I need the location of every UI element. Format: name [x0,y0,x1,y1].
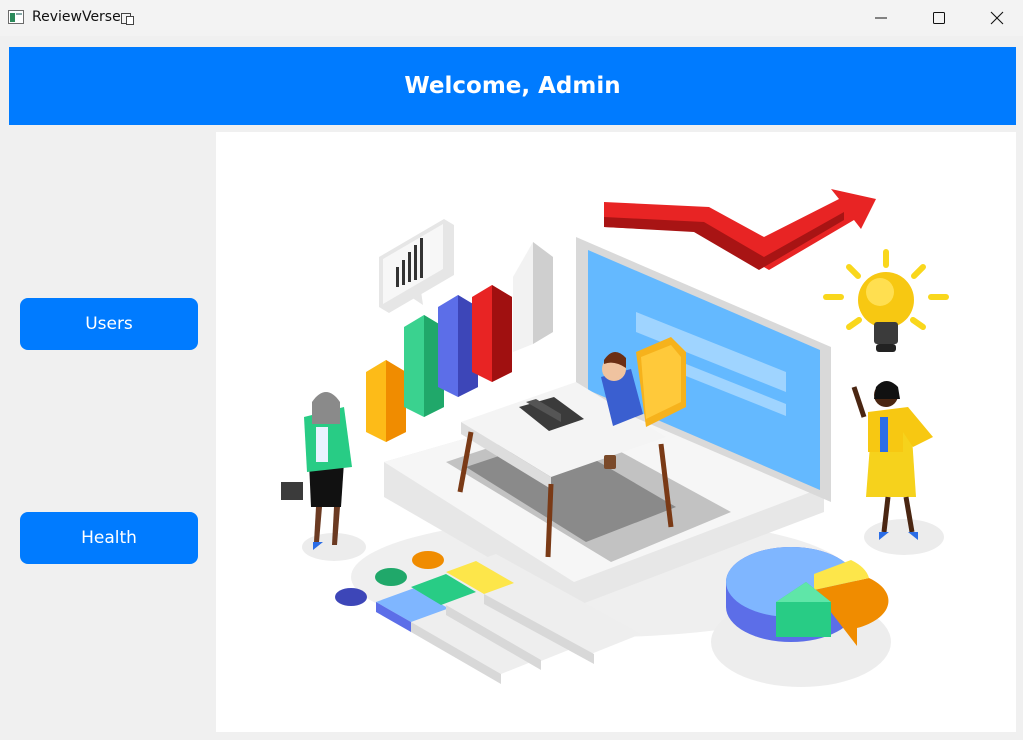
businesswoman-left-icon [281,392,352,550]
close-icon [990,11,1004,25]
maximize-icon [933,12,945,24]
devices-icon [121,11,135,25]
welcome-header: Welcome, Admin [9,47,1016,125]
welcome-text: Welcome, Admin [404,73,621,99]
users-button-label: Users [85,314,133,334]
window-title: ReviewVerse [32,9,121,25]
health-button[interactable]: Health [20,512,198,564]
app-icon [8,10,24,24]
title-bar: ReviewVerse [0,0,1023,36]
businesswoman-right-icon [851,381,933,540]
chart-bubble-icon [379,219,454,313]
business-analytics-illustration [281,189,949,687]
users-button[interactable]: Users [20,298,198,350]
maximize-button[interactable] [910,0,968,34]
dashboard-illustration-panel [216,132,1016,732]
health-button-label: Health [81,528,137,548]
minimize-icon [875,17,887,19]
trend-arrow-icon [604,189,876,270]
close-button[interactable] [968,0,1023,34]
lightbulb-icon [823,249,949,352]
minimize-button[interactable] [852,0,910,34]
